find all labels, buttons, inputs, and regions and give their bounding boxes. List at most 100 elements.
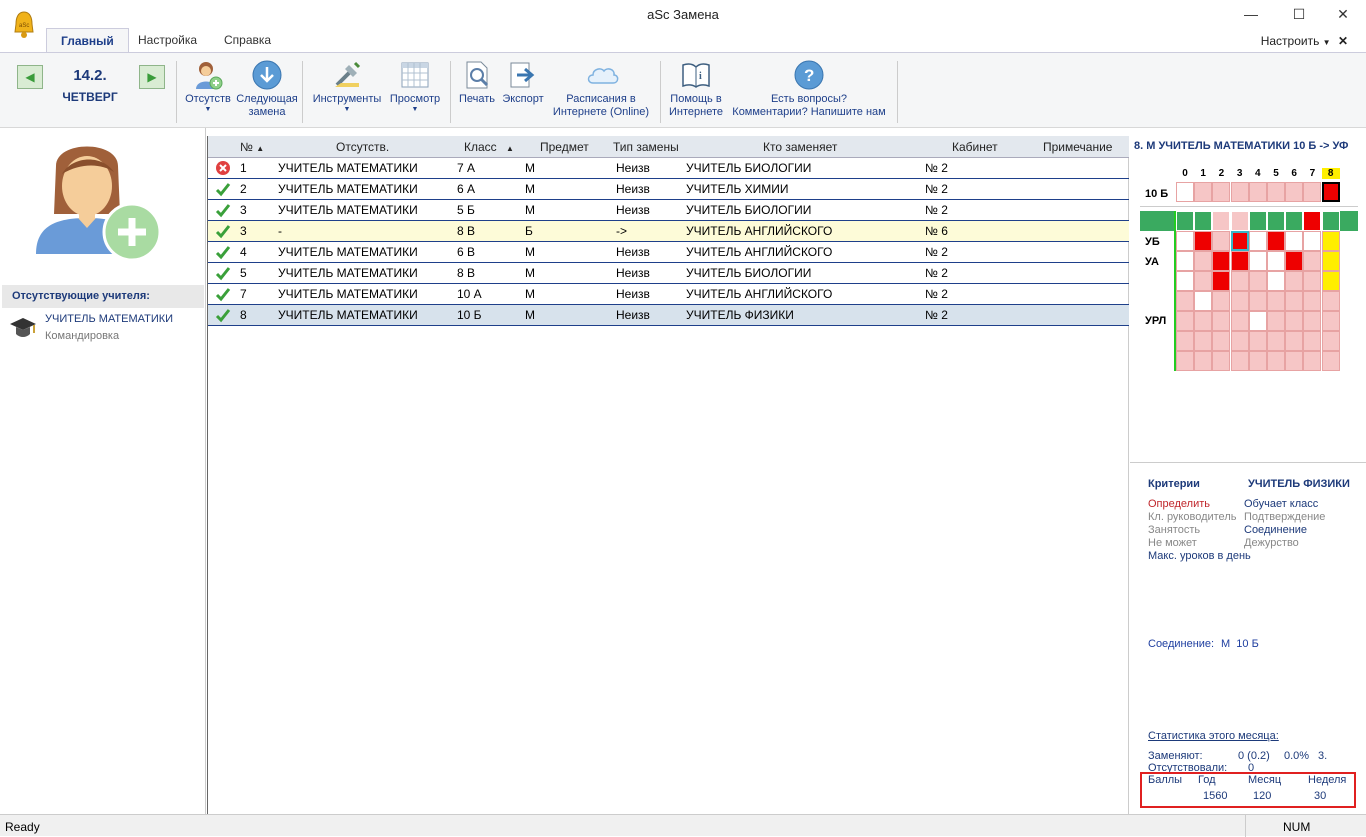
timetable-cell[interactable] — [1321, 271, 1340, 291]
timetable-cell[interactable] — [1321, 211, 1340, 231]
timetable-cell[interactable] — [1303, 182, 1322, 202]
timetable-cell[interactable] — [1321, 291, 1340, 311]
timetable-cell[interactable] — [1248, 331, 1267, 351]
col-note[interactable]: Примечание — [1043, 140, 1112, 154]
timetable-cell[interactable] — [1285, 211, 1304, 231]
crit-homeroom[interactable]: Кл. руководитель — [1148, 511, 1236, 523]
timetable-cell[interactable] — [1285, 331, 1304, 351]
table-row[interactable]: 2 УЧИТЕЛЬ МАТЕМАТИКИ 6 А М Неизв УЧИТЕЛЬ ХИМИ… — [208, 179, 1129, 200]
timetable-cell[interactable] — [1285, 182, 1304, 202]
timetable-cell[interactable] — [1303, 251, 1322, 271]
timetable-cell[interactable] — [1285, 271, 1304, 291]
crit-confirm[interactable]: Подтверждение — [1244, 511, 1325, 523]
timetable-cell[interactable] — [1212, 271, 1231, 291]
timetable-cell[interactable] — [1321, 251, 1340, 271]
timetable-cell[interactable] — [1176, 331, 1194, 351]
timetable-cell[interactable] — [1230, 251, 1249, 271]
timetable-cell[interactable] — [1230, 331, 1249, 351]
timetable-cell[interactable] — [1230, 271, 1249, 291]
add-absent-teacher-avatar[interactable] — [32, 136, 162, 266]
timetable-cell[interactable] — [1194, 182, 1213, 202]
timetable-cell[interactable] — [1321, 182, 1340, 202]
timetable-cell[interactable] — [1285, 291, 1304, 311]
crit-determine[interactable]: Определить — [1148, 498, 1210, 510]
timetable-cell[interactable] — [1212, 311, 1231, 331]
timetable-cell[interactable] — [1176, 271, 1194, 291]
timetable-cell[interactable] — [1212, 211, 1231, 231]
timetable-cell[interactable] — [1248, 231, 1267, 251]
view-button[interactable]: Просмотр ▼ — [386, 59, 444, 114]
print-button[interactable]: Печать — [455, 59, 499, 106]
timetable-cell[interactable] — [1230, 182, 1249, 202]
table-row[interactable]: 5 УЧИТЕЛЬ МАТЕМАТИКИ 8 В М Неизв УЧИТЕЛЬ БИОЛ… — [208, 263, 1129, 284]
timetable-row-label[interactable]: УБ — [1145, 236, 1160, 248]
timetable-cell[interactable] — [1248, 182, 1267, 202]
timetable-cell[interactable] — [1321, 231, 1340, 251]
col-subject[interactable]: Предмет — [540, 140, 589, 154]
crit-busy[interactable]: Занятость — [1148, 524, 1200, 536]
timetable-cell[interactable] — [1230, 291, 1249, 311]
timetable-cell[interactable] — [1212, 291, 1231, 311]
customize-menu[interactable]: Настроить ▼ ✕ — [1261, 34, 1348, 48]
next-substitution-button[interactable]: Следующая замена — [236, 59, 298, 119]
table-row[interactable]: 7 УЧИТЕЛЬ МАТЕМАТИКИ 10 А М Неизв УЧИТЕЛЬ АНГ… — [208, 284, 1129, 305]
timetable-cell[interactable] — [1303, 311, 1322, 331]
col-class[interactable]: Класс ▲ — [464, 140, 514, 154]
timetable-cell[interactable] — [1212, 231, 1231, 251]
maximize-button[interactable]: ☐ — [1276, 0, 1322, 28]
tools-button[interactable]: Инструменты ▼ — [310, 59, 384, 114]
timetable-cell[interactable] — [1176, 211, 1194, 231]
timetable-row-label[interactable]: 10 Б — [1145, 188, 1168, 200]
timetable-cell[interactable] — [1248, 311, 1267, 331]
table-row[interactable]: 4 УЧИТЕЛЬ МАТЕМАТИКИ 6 В М Неизв УЧИТЕЛЬ АНГЛ… — [208, 242, 1129, 263]
crit-cannot[interactable]: Не может — [1148, 537, 1197, 549]
tab-settings[interactable]: Настройка — [124, 28, 211, 52]
timetable-cell[interactable] — [1194, 331, 1213, 351]
timetable-cell[interactable] — [1303, 211, 1322, 231]
timetable-cell[interactable] — [1303, 271, 1322, 291]
timetable-cell[interactable] — [1303, 331, 1322, 351]
timetable-cell[interactable] — [1176, 351, 1194, 371]
timetable-row-label[interactable]: УА — [1145, 256, 1159, 268]
timetable-cell[interactable] — [1267, 182, 1285, 202]
timetable-cell[interactable] — [1248, 291, 1267, 311]
timetable-cell[interactable] — [1230, 351, 1249, 371]
timetable-cell[interactable] — [1194, 311, 1213, 331]
timetable-cell[interactable] — [1230, 231, 1249, 251]
col-who[interactable]: Кто заменяет — [763, 140, 837, 154]
next-day-button[interactable]: ▶ — [139, 65, 165, 89]
crit-teaches-class[interactable]: Обучает класс — [1244, 498, 1318, 510]
timetable-cell[interactable] — [1285, 351, 1304, 371]
timetable-cell[interactable] — [1267, 271, 1285, 291]
col-type[interactable]: Тип замены — [613, 140, 679, 154]
timetable-cell[interactable] — [1248, 271, 1267, 291]
table-row[interactable]: 8 УЧИТЕЛЬ МАТЕМАТИКИ 10 Б М Неизв УЧИТЕЛЬ ФИЗ… — [208, 305, 1129, 326]
close-button[interactable]: ✕ — [1320, 0, 1366, 28]
timetable-cell[interactable] — [1176, 182, 1194, 202]
col-room[interactable]: Кабинет — [952, 140, 998, 154]
timetable-cell[interactable] — [1303, 231, 1322, 251]
table-row[interactable]: 1 УЧИТЕЛЬ МАТЕМАТИКИ 7 А М Неизв УЧИТЕЛЬ БИОЛ… — [208, 158, 1129, 179]
prev-day-button[interactable]: ◀ — [17, 65, 43, 89]
timetable-cell[interactable] — [1176, 231, 1194, 251]
timetable-cell[interactable] — [1285, 251, 1304, 271]
timetable-cell[interactable] — [1267, 211, 1285, 231]
timetable-cell[interactable] — [1176, 291, 1194, 311]
timetable-cell[interactable] — [1212, 331, 1231, 351]
table-row[interactable]: 3 - 8 В Б -> УЧИТЕЛЬ АНГЛИЙСКОГО № 6 — [208, 221, 1129, 242]
timetable-cell[interactable] — [1212, 351, 1231, 371]
minimize-button[interactable]: — — [1228, 0, 1274, 28]
questions-button[interactable]: ? Есть вопросы? Комментарии? Напишите на… — [726, 59, 892, 119]
timetable-cell[interactable] — [1194, 291, 1213, 311]
timetable-cell[interactable] — [1267, 231, 1285, 251]
timetable-cell[interactable] — [1194, 351, 1213, 371]
timetable-cell[interactable] — [1267, 251, 1285, 271]
col-absent[interactable]: Отсутств. — [336, 140, 389, 154]
col-num[interactable]: № ▲ — [240, 140, 264, 154]
absent-teacher-item[interactable]: УЧИТЕЛЬ МАТЕМАТИКИ — [45, 313, 173, 325]
timetable-cell[interactable] — [1194, 231, 1213, 251]
timetable-cell[interactable] — [1321, 351, 1340, 371]
timetable-row-label[interactable]: УРЛ — [1145, 315, 1166, 327]
timetable-cell[interactable] — [1285, 311, 1304, 331]
timetable-cell[interactable] — [1267, 311, 1285, 331]
